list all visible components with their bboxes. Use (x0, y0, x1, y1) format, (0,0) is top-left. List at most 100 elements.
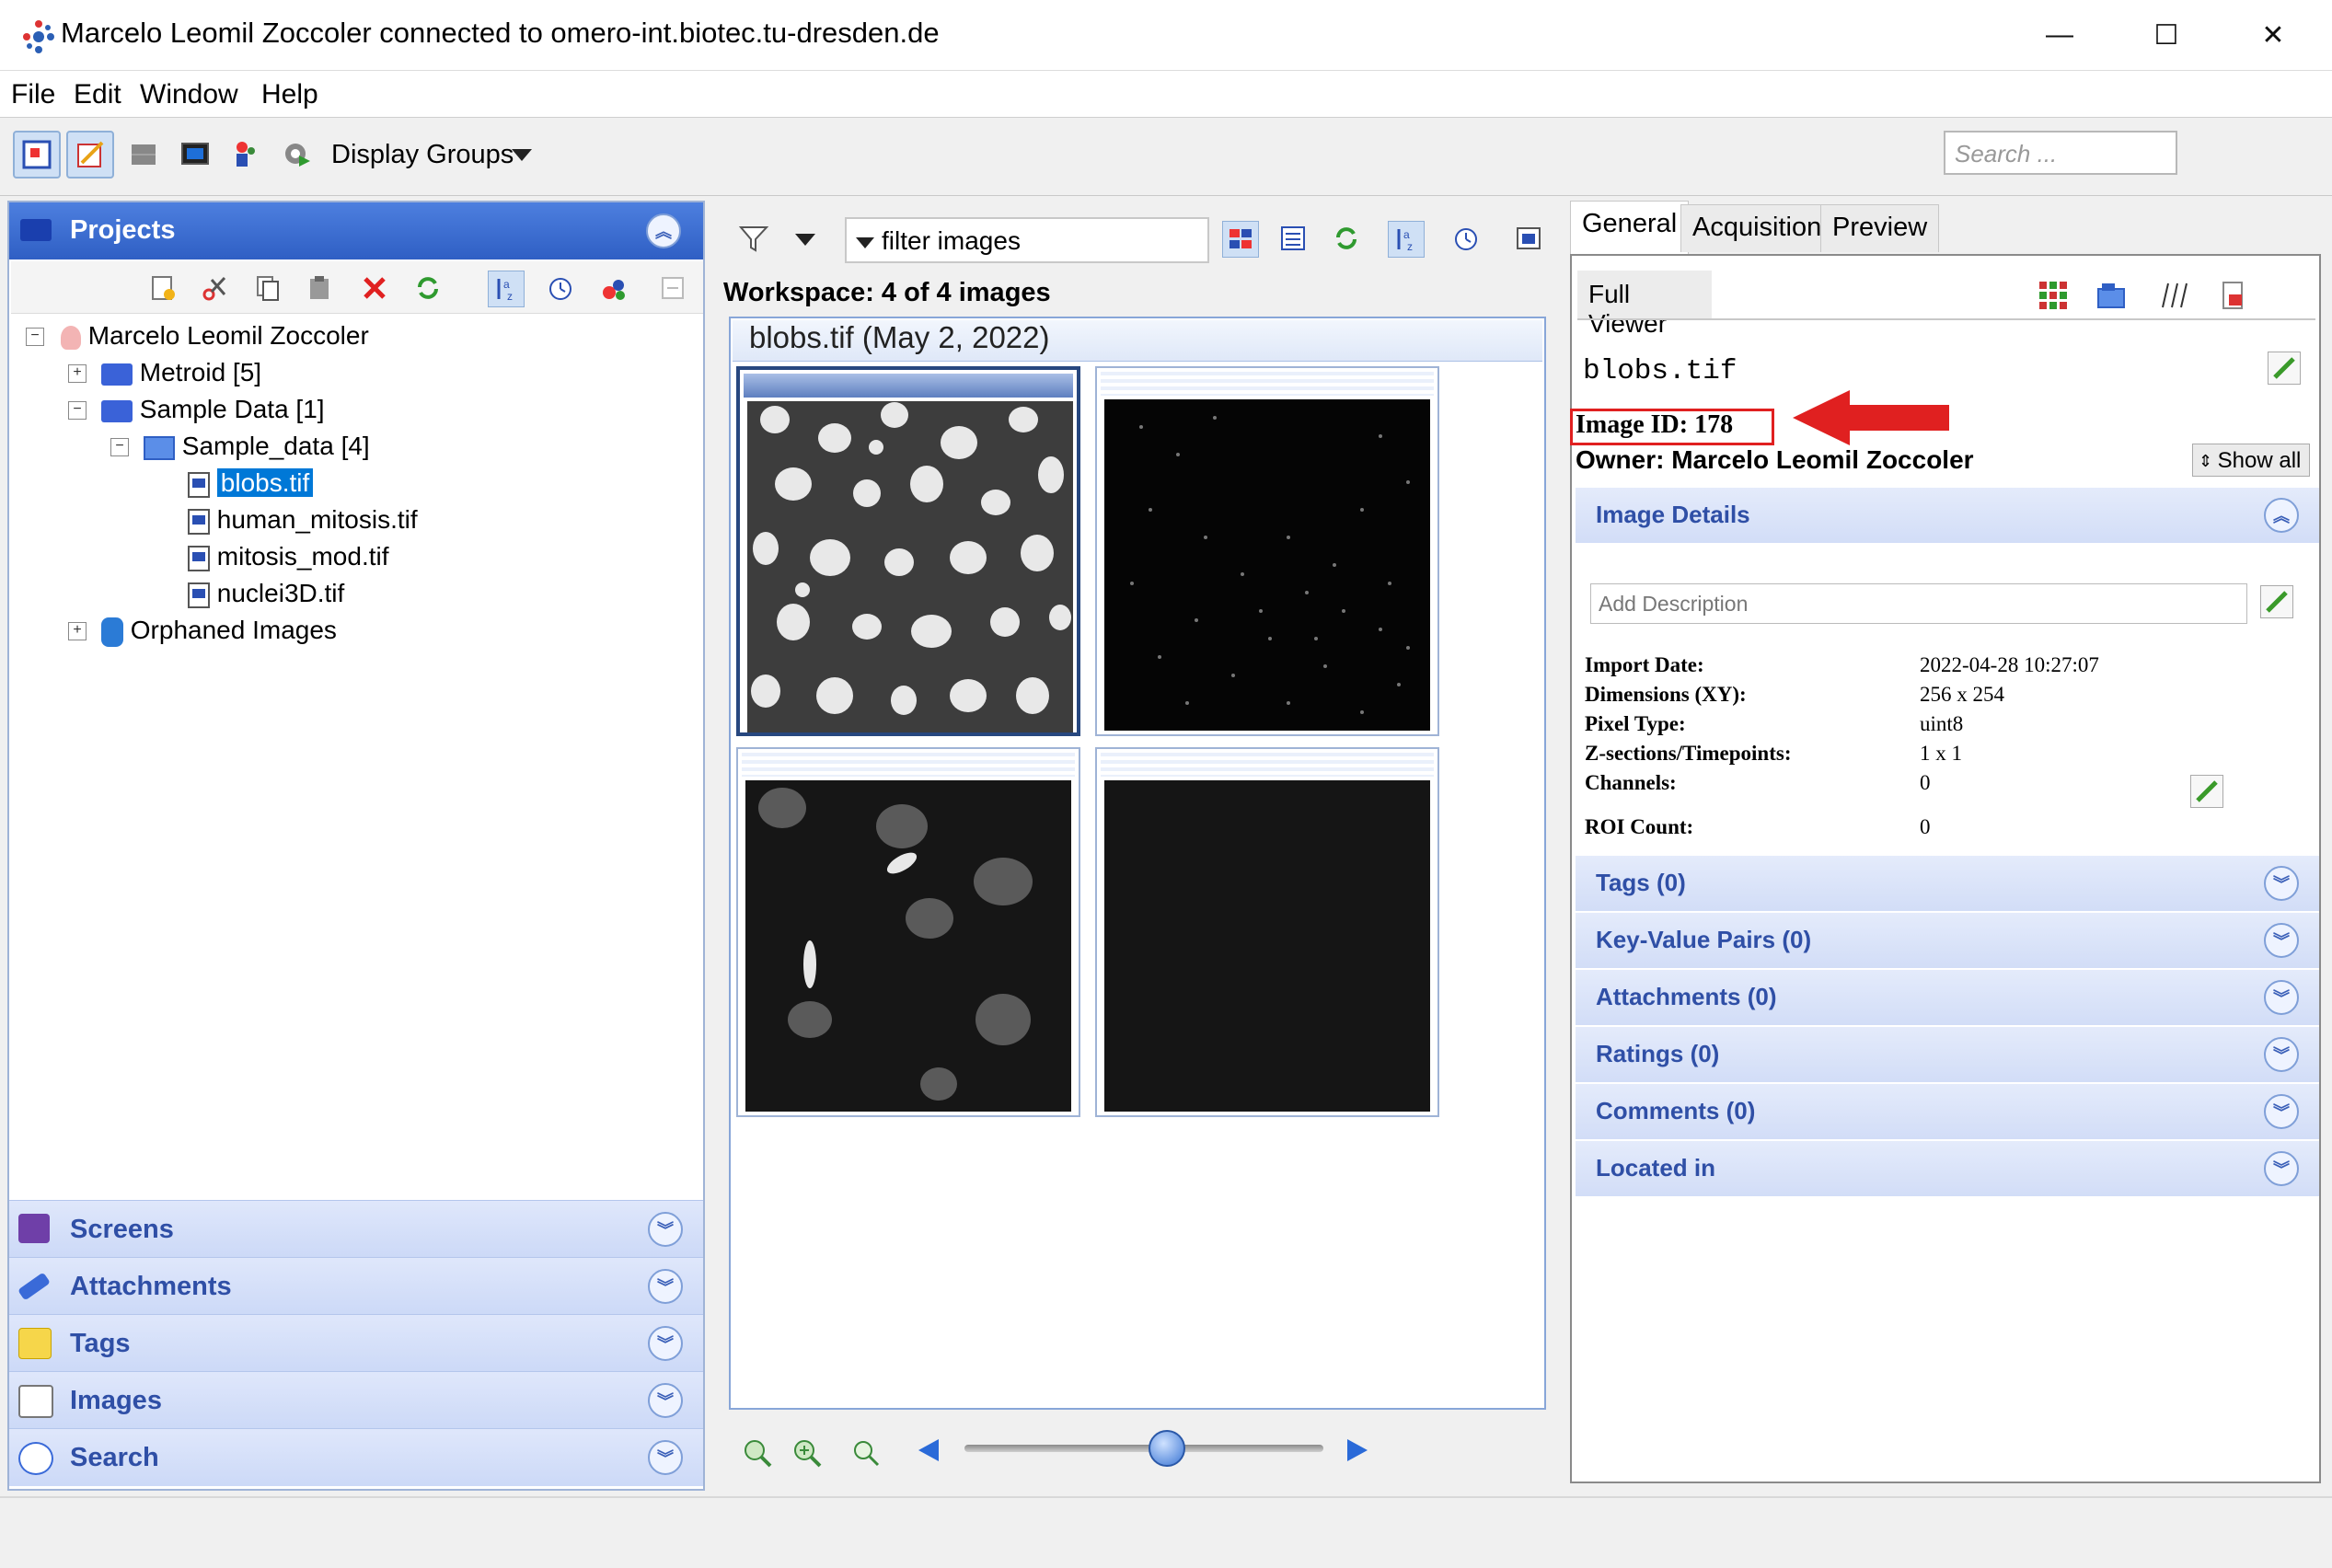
collapse-all-icon[interactable] (655, 271, 690, 306)
full-viewer-button[interactable]: Full Viewer (1577, 271, 1712, 338)
menu-window[interactable]: Window (140, 79, 238, 110)
zoom-in-icon[interactable] (790, 1435, 825, 1470)
tree-expander-orphaned[interactable]: + (68, 622, 87, 640)
export-pdf-icon[interactable] (2216, 278, 2251, 313)
window-icon[interactable] (1511, 221, 1546, 256)
thumbnail-blobs[interactable] (736, 366, 1080, 736)
refresh-icon[interactable] (1329, 221, 1364, 256)
attachments-accordion[interactable]: Attachments ︾ (9, 1257, 703, 1315)
tree-item-dataset[interactable]: Sample_data [4] (144, 429, 370, 464)
expand-down-icon[interactable]: ︾ (2264, 866, 2299, 901)
edit-annotations-icon[interactable] (66, 131, 114, 179)
tree-item-image[interactable]: human_mitosis.tif (188, 502, 418, 537)
menu-edit[interactable]: Edit (74, 79, 121, 110)
zoom-out-icon[interactable] (740, 1435, 775, 1470)
located-in-section[interactable]: Located in ︾ (1576, 1141, 2319, 1196)
measurement-icon[interactable] (2155, 278, 2190, 313)
image-details-accordion[interactable]: Image Details ︽ (1576, 488, 2319, 543)
search-input[interactable]: Search ... (1944, 131, 2177, 175)
tree-expander-user[interactable]: − (26, 328, 44, 346)
thumbnail-human-mitosis[interactable] (1095, 366, 1439, 736)
new-item-icon[interactable] (145, 271, 180, 306)
tree-item-orphaned[interactable]: Orphaned Images (101, 613, 337, 648)
open-dataset-icon[interactable] (2095, 278, 2130, 313)
tags-section[interactable]: Tags (0) ︾ (1576, 856, 2319, 911)
minimize-button[interactable]: — (2006, 0, 2113, 70)
tags-filter-icon[interactable] (596, 271, 631, 306)
expand-down-icon[interactable]: ︾ (2264, 1037, 2299, 1072)
next-arrow-icon[interactable] (1347, 1439, 1368, 1461)
screen-view-icon[interactable] (171, 131, 219, 179)
tab-acquisition[interactable]: Acquisition (1680, 204, 1834, 252)
collapse-up-icon[interactable]: ︽ (646, 213, 681, 248)
edit-name-pencil-icon[interactable] (2268, 352, 2301, 385)
chevron-down-icon[interactable] (795, 234, 815, 246)
edit-description-pencil-icon[interactable] (2260, 585, 2293, 618)
tab-general[interactable]: General (1570, 201, 1690, 254)
chevron-down-icon[interactable] (512, 149, 532, 161)
list-view-icon[interactable] (1276, 221, 1310, 256)
expand-down-icon[interactable]: ︾ (648, 1212, 683, 1247)
tree-item-image[interactable]: blobs.tif (188, 466, 314, 501)
zoom-slider-knob[interactable] (1149, 1430, 1185, 1467)
tree-expander-metroid[interactable]: + (68, 364, 87, 383)
sort-time-icon[interactable] (543, 271, 578, 306)
screens-accordion[interactable]: Screens ︾ (9, 1200, 703, 1258)
expand-down-icon[interactable]: ︾ (648, 1326, 683, 1361)
svg-text:z: z (507, 290, 513, 303)
edit-channels-pencil-icon[interactable] (2190, 775, 2223, 808)
tree-item-user[interactable]: Marcelo Leomil Zoccoler (61, 318, 369, 353)
refresh-icon[interactable] (410, 271, 445, 306)
paste-icon[interactable] (302, 271, 337, 306)
filter-funnel-icon[interactable] (736, 221, 771, 256)
copy-icon[interactable] (250, 271, 285, 306)
zoom-fit-icon[interactable] (849, 1435, 883, 1470)
tags-accordion[interactable]: Tags ︾ (9, 1314, 703, 1372)
thumbnail-nuclei3d[interactable] (1095, 747, 1439, 1117)
show-all-button[interactable]: ⇕ Show all (2192, 444, 2310, 477)
delete-icon[interactable] (357, 271, 392, 306)
thumbnail-view-icon[interactable] (1222, 221, 1259, 258)
expand-down-icon[interactable]: ︾ (648, 1383, 683, 1418)
calendar-icon (18, 1385, 53, 1418)
plugin-gear-icon[interactable] (272, 131, 320, 179)
grid-view-icon[interactable] (120, 131, 167, 179)
tree-expander-sample-data[interactable]: − (68, 401, 87, 420)
search-accordion[interactable]: Search ︾ (9, 1428, 703, 1486)
expand-down-icon[interactable]: ︾ (648, 1269, 683, 1304)
cut-icon[interactable] (197, 271, 232, 306)
attachments-section[interactable]: Attachments (0) ︾ (1576, 970, 2319, 1025)
ratings-section[interactable]: Ratings (0) ︾ (1576, 1027, 2319, 1082)
tree-expander-dataset[interactable]: − (110, 438, 129, 456)
sort-time-icon[interactable] (1449, 221, 1483, 256)
key-value-pairs-section[interactable]: Key-Value Pairs (0) ︾ (1576, 913, 2319, 968)
tree-item-metroid[interactable]: Metroid [5] (101, 355, 261, 390)
close-button[interactable]: ✕ (2220, 0, 2326, 70)
expand-down-icon[interactable]: ︾ (2264, 923, 2299, 958)
maximize-button[interactable]: ☐ (2113, 0, 2220, 70)
expand-down-icon[interactable]: ︾ (2264, 1094, 2299, 1129)
viewer-grid-icon[interactable] (2036, 278, 2071, 313)
filter-images-input[interactable]: filter images (845, 217, 1209, 263)
tree-item-image[interactable]: mitosis_mod.tif (188, 539, 389, 574)
tree-item-image[interactable]: nuclei3D.tif (188, 576, 344, 611)
zoom-slider-track[interactable] (964, 1445, 1323, 1452)
expand-down-icon[interactable]: ︾ (2264, 1151, 2299, 1186)
display-groups-menu[interactable]: Display Groups (331, 140, 514, 170)
expand-down-icon[interactable]: ︾ (648, 1440, 683, 1475)
menu-help[interactable]: Help (261, 79, 318, 110)
comments-section[interactable]: Comments (0) ︾ (1576, 1084, 2319, 1139)
expand-down-icon[interactable]: ︾ (2264, 980, 2299, 1015)
tab-preview[interactable]: Preview (1820, 204, 1940, 252)
tree-item-sample-data[interactable]: Sample Data [1] (101, 392, 325, 427)
images-accordion[interactable]: Images ︾ (9, 1371, 703, 1429)
previous-arrow-icon[interactable] (918, 1439, 939, 1461)
hierarchy-view-icon[interactable] (13, 131, 61, 179)
user-group-icon[interactable] (221, 131, 269, 179)
menu-file[interactable]: File (11, 79, 55, 110)
sort-az-icon[interactable]: az (488, 271, 525, 307)
description-input[interactable]: Add Description (1590, 583, 2247, 624)
thumbnail-mitosis-mod[interactable] (736, 747, 1080, 1117)
collapse-up-icon[interactable]: ︽ (2264, 498, 2299, 533)
sort-az-icon[interactable]: az (1388, 221, 1425, 258)
